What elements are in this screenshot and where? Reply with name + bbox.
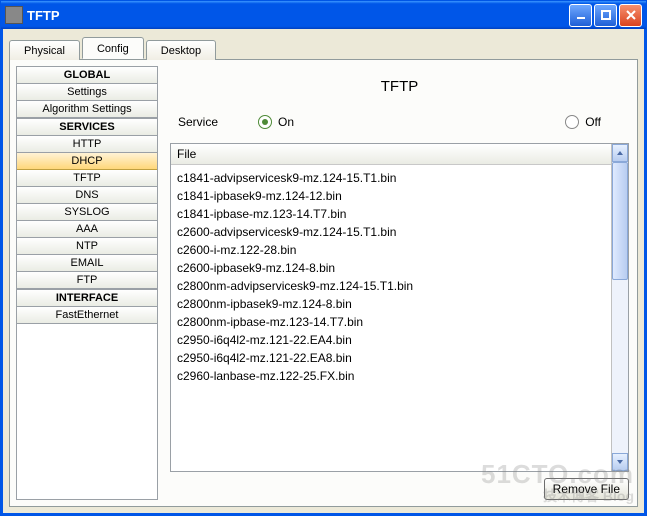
app-window: TFTP Physical Config Desktop GLOBAL Sett… [0,0,647,516]
scroll-track[interactable] [612,162,628,453]
list-item[interactable]: c2950-i6q4l2-mz.121-22.EA8.bin [177,349,605,367]
sidebar-item-algorithm-settings[interactable]: Algorithm Settings [17,101,157,118]
window-title: TFTP [27,8,569,23]
vertical-scrollbar[interactable] [611,144,628,471]
client-area: Physical Config Desktop GLOBAL Settings … [1,29,646,515]
radio-on-label: On [278,115,294,129]
config-sidebar: GLOBAL Settings Algorithm Settings SERVI… [16,66,158,500]
service-label: Service [178,115,258,129]
radio-off[interactable]: Off [565,115,601,129]
sidebar-item-syslog[interactable]: SYSLOG [17,204,157,221]
sidebar-heading-global: GLOBAL [17,67,157,84]
radio-off-icon [565,115,579,129]
list-item[interactable]: c1841-advipservicesk9-mz.124-15.T1.bin [177,169,605,187]
sidebar-heading-interface: INTERFACE [17,289,157,307]
sidebar-item-http[interactable]: HTTP [17,136,157,153]
close-button[interactable] [619,4,642,27]
list-item[interactable]: c2960-lanbase-mz.122-25.FX.bin [177,367,605,385]
list-item[interactable]: c1841-ipbase-mz.123-14.T7.bin [177,205,605,223]
radio-on[interactable]: On [258,115,294,129]
service-row: Service On Off [168,111,631,143]
service-radio-group: On Off [258,115,621,129]
main-area: TFTP Service On Off [168,66,631,500]
sidebar-item-tftp[interactable]: TFTP [17,170,157,187]
list-item[interactable]: c2600-i-mz.122-28.bin [177,241,605,259]
scroll-up-button[interactable] [612,144,628,162]
file-list-frame: File c1841-advipservicesk9-mz.124-15.T1.… [170,143,629,472]
sidebar-item-email[interactable]: EMAIL [17,255,157,272]
list-item[interactable]: c2600-advipservicesk9-mz.124-15.T1.bin [177,223,605,241]
tab-panel-config: GLOBAL Settings Algorithm Settings SERVI… [9,59,638,507]
app-icon [5,6,23,24]
sidebar-item-ntp[interactable]: NTP [17,238,157,255]
sidebar-item-dhcp[interactable]: DHCP [17,153,157,170]
radio-on-icon [258,115,272,129]
chevron-down-icon [616,458,624,466]
sidebar-item-dns[interactable]: DNS [17,187,157,204]
sidebar-item-aaa[interactable]: AAA [17,221,157,238]
file-list[interactable]: File c1841-advipservicesk9-mz.124-15.T1.… [171,144,611,471]
scroll-thumb[interactable] [612,162,628,280]
tab-config[interactable]: Config [82,37,144,59]
list-item[interactable]: c1841-ipbasek9-mz.124-12.bin [177,187,605,205]
list-item[interactable]: c2800nm-advipservicesk9-mz.124-15.T1.bin [177,277,605,295]
sidebar-item-fastethernet[interactable]: FastEthernet [17,307,157,324]
tab-bar: Physical Config Desktop [9,35,638,59]
minimize-button[interactable] [569,4,592,27]
list-item[interactable]: c2950-i6q4l2-mz.121-22.EA4.bin [177,331,605,349]
sidebar-item-ftp[interactable]: FTP [17,272,157,289]
list-item[interactable]: c2800nm-ipbase-mz.123-14.T7.bin [177,313,605,331]
list-item[interactable]: c2800nm-ipbasek9-mz.124-8.bin [177,295,605,313]
button-row: Remove File [168,472,631,500]
titlebar[interactable]: TFTP [1,1,646,29]
scroll-down-button[interactable] [612,453,628,471]
tab-desktop[interactable]: Desktop [146,40,216,60]
page-title: TFTP [168,66,631,111]
tab-physical[interactable]: Physical [9,40,80,60]
file-column-header[interactable]: File [171,144,611,165]
minimize-icon [575,9,587,21]
chevron-up-icon [616,149,624,157]
maximize-button[interactable] [594,4,617,27]
window-buttons [569,4,642,27]
sidebar-item-settings[interactable]: Settings [17,84,157,101]
file-items[interactable]: c1841-advipservicesk9-mz.124-15.T1.bin c… [171,165,611,471]
remove-file-button[interactable]: Remove File [544,478,629,500]
close-icon [625,9,637,21]
radio-off-label: Off [585,115,601,129]
list-item[interactable]: c2600-ipbasek9-mz.124-8.bin [177,259,605,277]
sidebar-heading-services: SERVICES [17,118,157,136]
maximize-icon [600,9,612,21]
